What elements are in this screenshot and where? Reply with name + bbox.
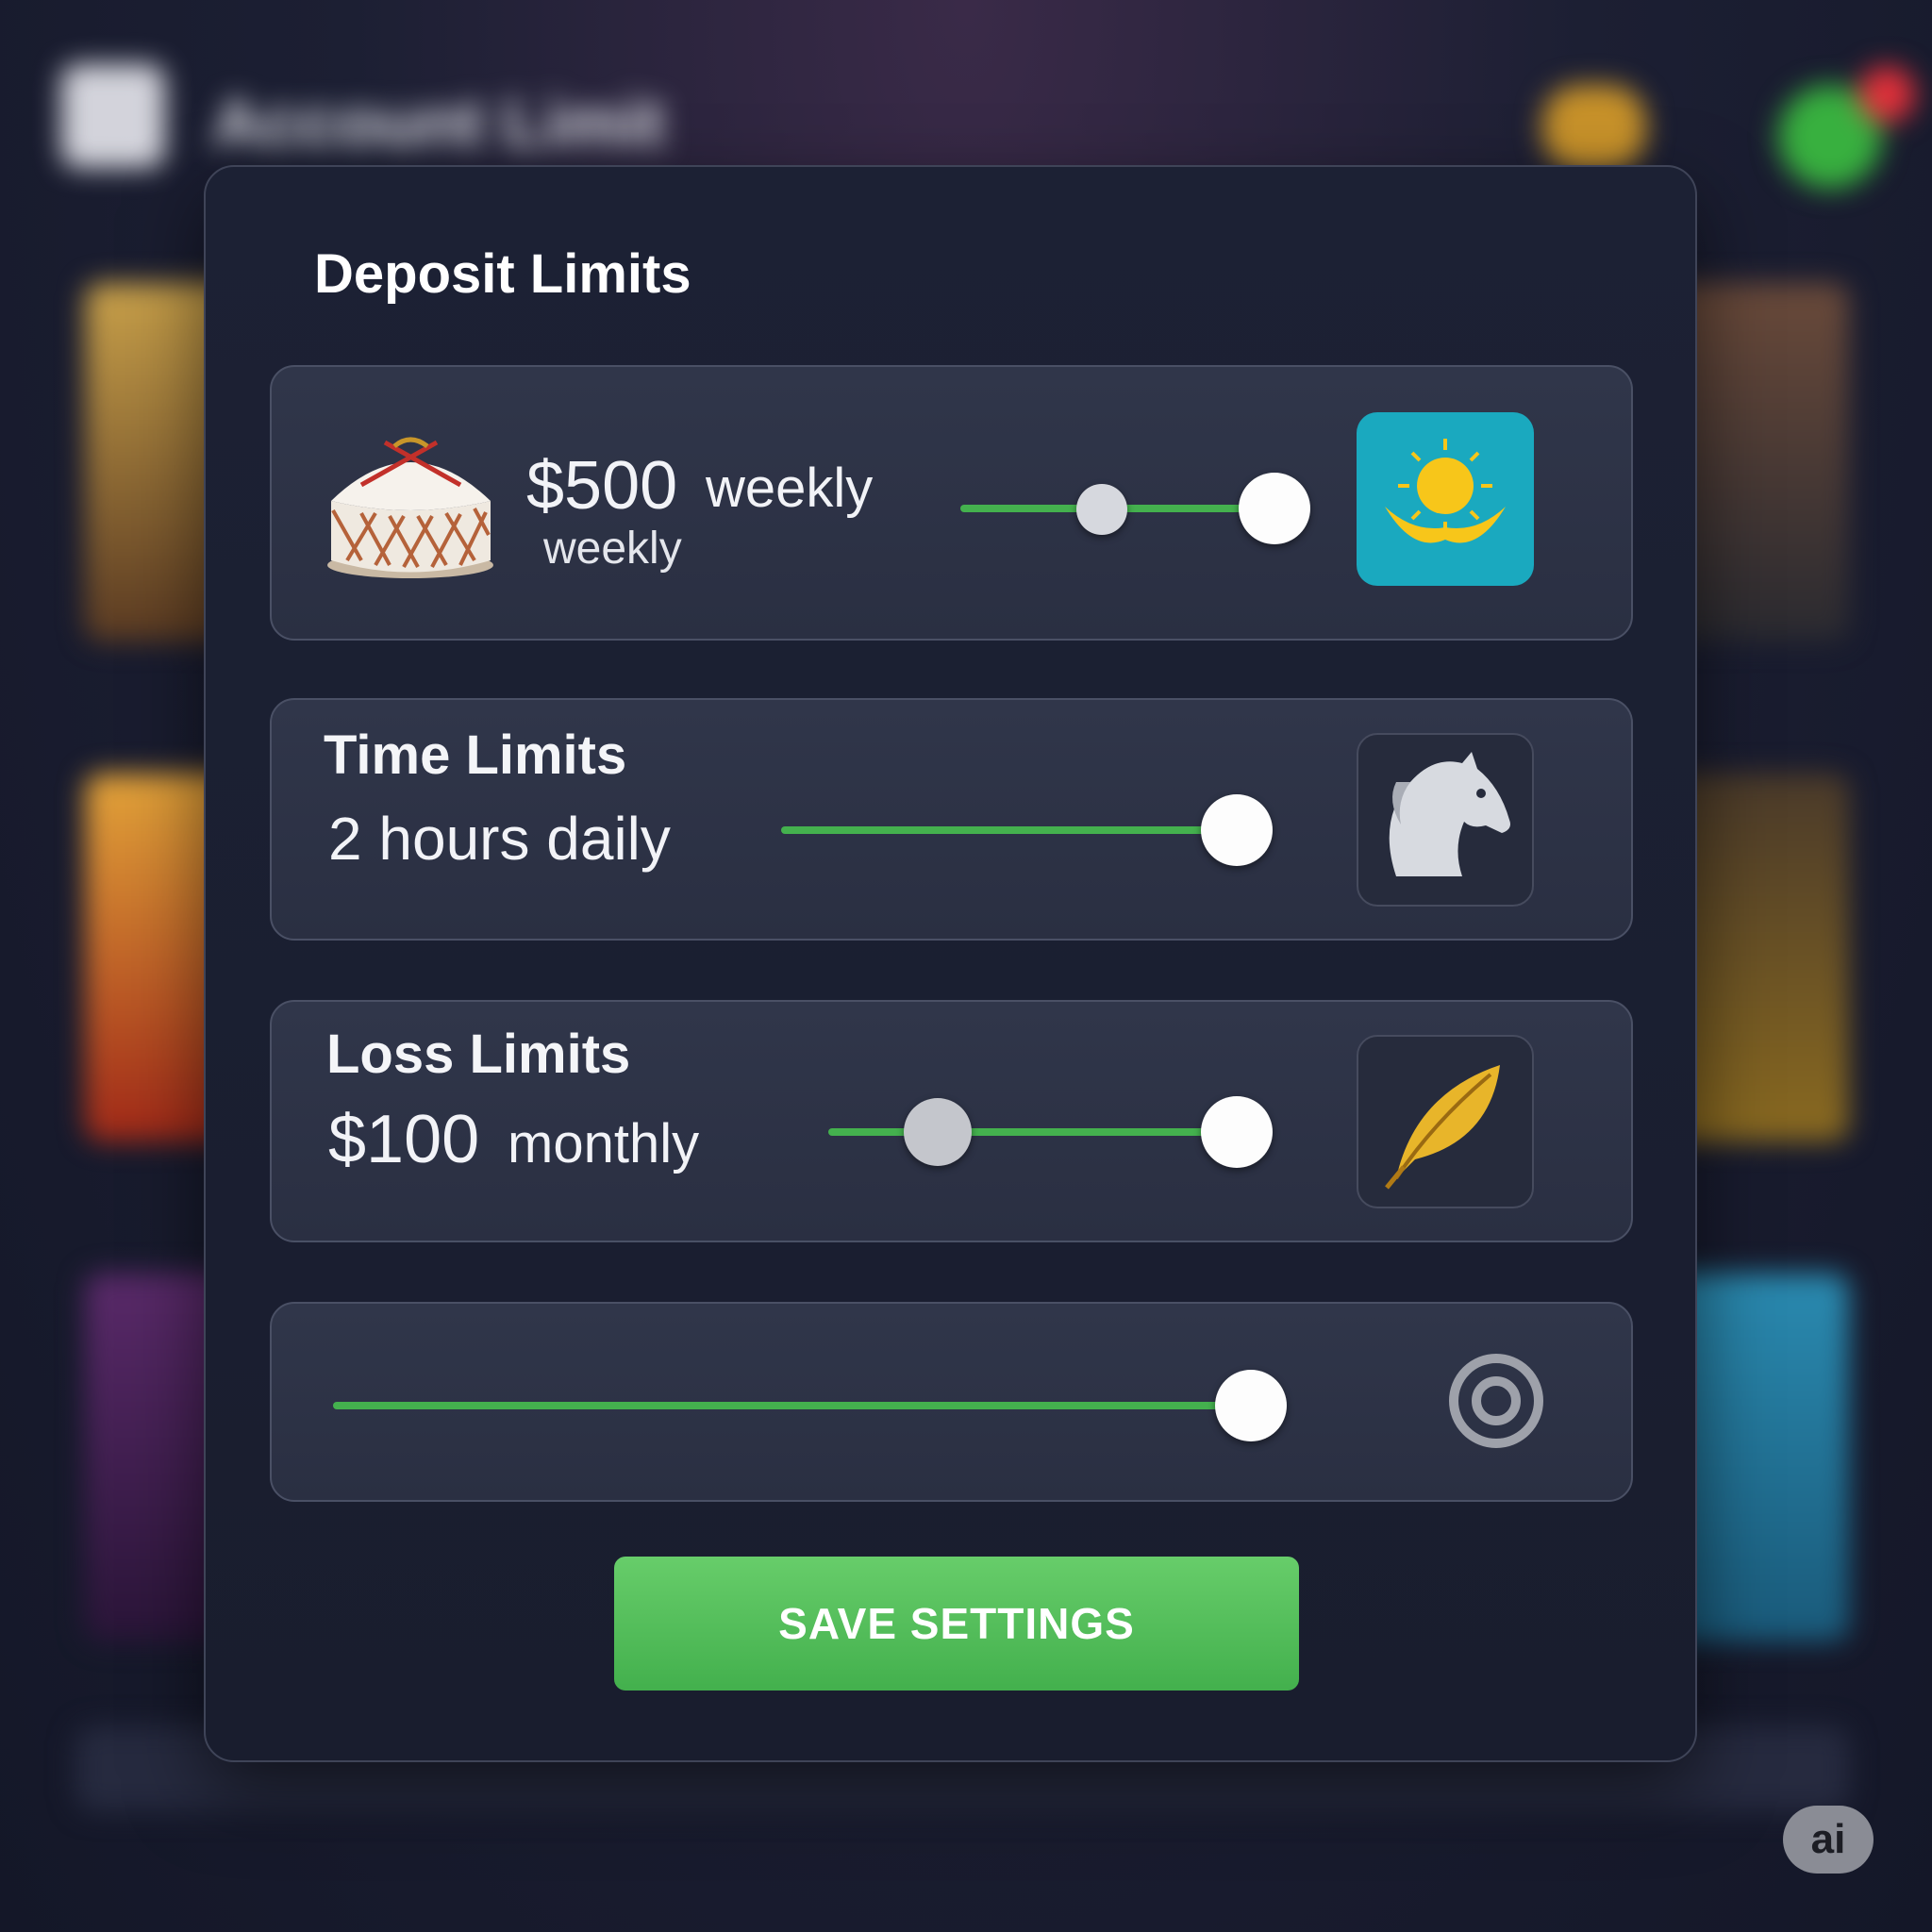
ai-badge[interactable]: ai — [1783, 1806, 1874, 1874]
slider-handle-high[interactable] — [1239, 473, 1310, 544]
time-limit-panel: Time Limits 2 hours daily — [270, 698, 1633, 941]
time-slider[interactable] — [776, 792, 1276, 868]
slider-handle-low[interactable] — [904, 1098, 972, 1166]
loss-limit-title: Loss Limits — [326, 1024, 631, 1085]
loss-limit-amount: $100 — [328, 1102, 480, 1177]
time-limit-title: Time Limits — [324, 724, 627, 786]
loss-limit-panel: Loss Limits $100 monthly — [270, 1000, 1633, 1242]
coin-icon — [1542, 85, 1646, 170]
slider-handle[interactable] — [1201, 794, 1273, 866]
slider-track — [828, 1128, 1224, 1136]
notification-badge — [1858, 66, 1915, 123]
limits-modal: Deposit Limits $500 weekly weekly Time L… — [204, 165, 1697, 1762]
deposit-range-slider[interactable] — [956, 471, 1314, 546]
loss-limit-period: monthly — [508, 1113, 700, 1174]
extra-slider[interactable] — [328, 1368, 1291, 1443]
modal-title: Deposit Limits — [314, 243, 691, 305]
save-settings-button[interactable]: SAVE SETTINGS — [614, 1557, 1299, 1690]
deposit-limit-panel: $500 weekly weekly — [270, 365, 1633, 641]
app-logo-icon — [61, 64, 165, 168]
slider-handle-high[interactable] — [1201, 1096, 1273, 1168]
slider-handle[interactable] — [1215, 1370, 1287, 1441]
deposit-period-sub: weekly — [543, 524, 682, 574]
slider-track — [333, 1402, 1239, 1409]
yurt-icon — [324, 433, 498, 584]
time-limit-value: 2 hours daily — [328, 805, 671, 873]
loss-range-slider[interactable] — [824, 1094, 1276, 1170]
slider-handle-low[interactable] — [1076, 484, 1127, 535]
background-header: Account Limit — [52, 47, 1915, 189]
deposit-period-inline: weekly — [706, 458, 874, 519]
slider-track — [781, 826, 1224, 834]
horse-head-icon — [1357, 733, 1534, 907]
feather-icon — [1357, 1035, 1534, 1208]
deposit-amount: $500 — [526, 448, 678, 524]
target-icon[interactable] — [1446, 1351, 1546, 1451]
kazakhstan-flag-icon — [1357, 412, 1534, 586]
background-title: Account Limit — [212, 86, 665, 161]
extra-limit-panel — [270, 1302, 1633, 1502]
